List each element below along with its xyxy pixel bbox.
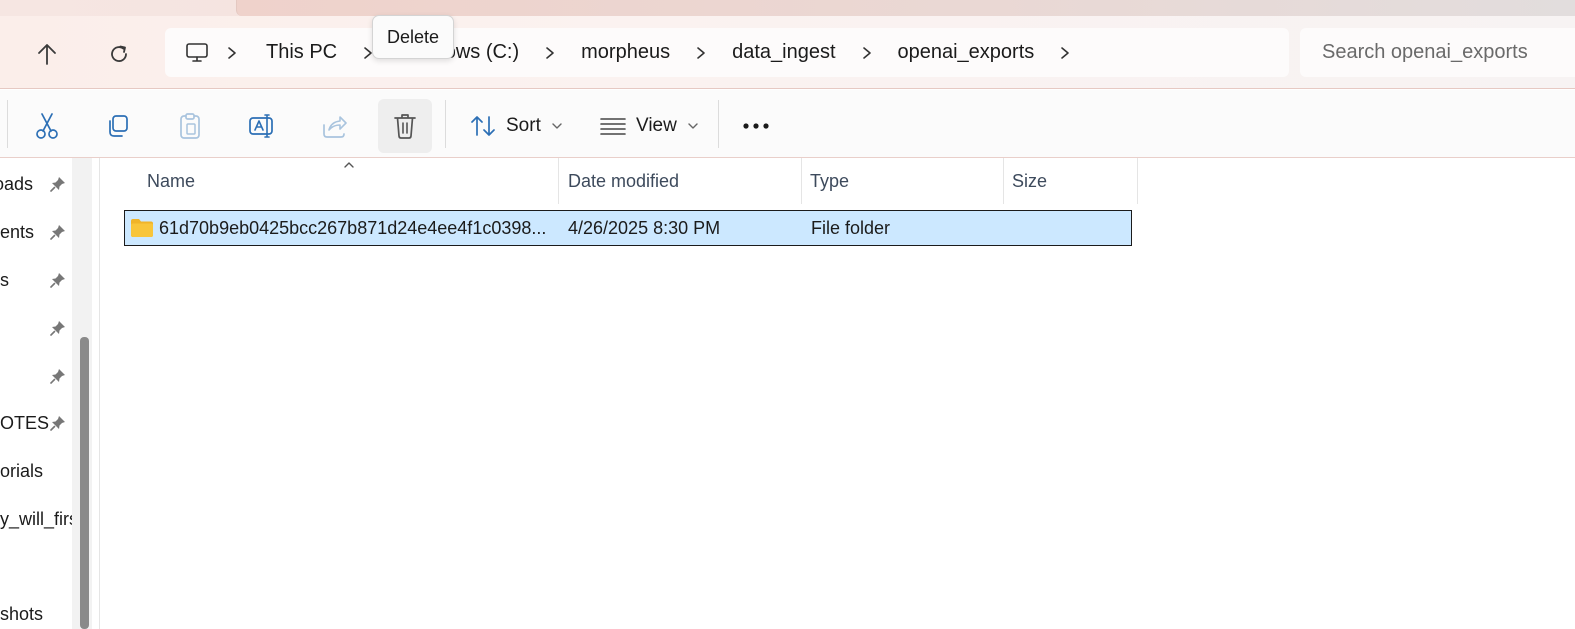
sidebar-scrollbar-thumb[interactable] — [80, 337, 89, 629]
sidebar-item[interactable]: OTES — [0, 405, 72, 441]
file-name[interactable]: 61d70b9eb0425bcc267b871d24e4ee4f1c0398..… — [159, 211, 546, 245]
pane-divider[interactable] — [99, 158, 100, 629]
breadcrumb[interactable]: This PC Windows (C:) morpheus data_inges… — [165, 28, 1289, 77]
sidebar-item[interactable] — [0, 310, 72, 346]
file-date-modified: 4/26/2025 8:30 PM — [568, 217, 721, 238]
command-bar: Sort View — [0, 90, 1575, 158]
chevron-down-icon — [551, 122, 563, 130]
sidebar-item[interactable]: shots — [0, 596, 72, 629]
sidebar-item-label: ents — [0, 221, 34, 242]
sort-button[interactable]: Sort — [470, 99, 563, 153]
refresh-icon[interactable] — [102, 37, 136, 71]
search-box[interactable] — [1300, 28, 1575, 77]
crumb-morpheus[interactable]: morpheus — [581, 28, 670, 77]
address-row: This PC Windows (C:) morpheus data_inges… — [0, 16, 1575, 89]
column-header-type[interactable]: Type — [802, 158, 1004, 204]
paste-icon[interactable] — [163, 99, 217, 153]
rename-icon[interactable] — [235, 99, 289, 153]
view-list-icon — [600, 116, 626, 136]
delete-tooltip: Delete — [372, 15, 455, 59]
search-input[interactable] — [1322, 41, 1572, 64]
pin-icon[interactable] — [50, 415, 66, 436]
sidebar-item-label: y_will_first — [0, 508, 72, 529]
crumb-data-ingest[interactable]: data_ingest — [732, 28, 835, 77]
view-button[interactable]: View — [600, 99, 699, 153]
chevron-right-icon[interactable] — [862, 28, 872, 77]
delete-icon[interactable] — [378, 99, 432, 153]
tab-strip — [0, 0, 1575, 16]
cut-icon[interactable] — [20, 99, 74, 153]
chevron-down-icon — [687, 122, 699, 130]
crumb-this-pc[interactable]: This PC — [266, 28, 337, 77]
sidebar-item[interactable] — [0, 358, 72, 394]
sort-label: Sort — [506, 115, 541, 136]
file-type: File folder — [811, 217, 891, 238]
file-row-selected[interactable]: 61d70b9eb0425bcc267b871d24e4ee4f1c0398..… — [124, 210, 1132, 246]
chevron-right-icon[interactable] — [227, 28, 237, 77]
file-explorer-window: This PC Windows (C:) morpheus data_inges… — [0, 0, 1575, 629]
sidebar-item[interactable]: orials — [0, 453, 72, 489]
sidebar-item-label: orials — [0, 460, 44, 481]
sidebar-item[interactable]: y_will_first — [0, 501, 72, 537]
pin-icon[interactable] — [50, 272, 66, 293]
chevron-right-icon[interactable] — [545, 28, 555, 77]
active-tab-edge[interactable] — [236, 0, 1575, 16]
computer-icon[interactable] — [185, 42, 209, 64]
pin-icon[interactable] — [50, 224, 66, 245]
crumb-openai-exports[interactable]: openai_exports — [898, 28, 1035, 77]
more-options-icon[interactable] — [729, 99, 783, 153]
pin-icon[interactable] — [50, 320, 66, 341]
sidebar-item-label: s — [0, 269, 9, 290]
sort-icon — [470, 114, 496, 138]
column-header-date-modified[interactable]: Date modified — [560, 158, 802, 204]
up-arrow-icon[interactable] — [30, 37, 64, 71]
copy-icon[interactable] — [91, 99, 145, 153]
folder-icon — [130, 211, 154, 245]
view-label: View — [636, 115, 677, 136]
sidebar-item[interactable]: ents — [0, 214, 72, 250]
sidebar-item-label: shots — [0, 603, 44, 624]
column-header-name[interactable]: Name — [139, 158, 559, 204]
sidebar-item-label: oads — [0, 173, 33, 194]
sidebar-item[interactable] — [0, 549, 72, 585]
chevron-right-icon[interactable] — [696, 28, 706, 77]
sidebar-item[interactable]: oads — [0, 166, 72, 202]
chevron-right-icon[interactable] — [1060, 28, 1070, 77]
command-separator — [7, 100, 8, 148]
sidebar-item[interactable]: s — [0, 262, 72, 298]
share-icon[interactable] — [307, 99, 361, 153]
pin-icon[interactable] — [50, 368, 66, 389]
column-headers: Name Date modified Type Size — [100, 158, 1140, 204]
navigation-pane: oads ents s OTES orials y_will_first — [0, 158, 72, 629]
command-separator — [718, 100, 719, 148]
sidebar-item-label: OTES — [0, 412, 50, 433]
pin-icon[interactable] — [50, 176, 66, 197]
column-header-size[interactable]: Size — [1004, 158, 1138, 204]
command-separator — [445, 100, 446, 148]
